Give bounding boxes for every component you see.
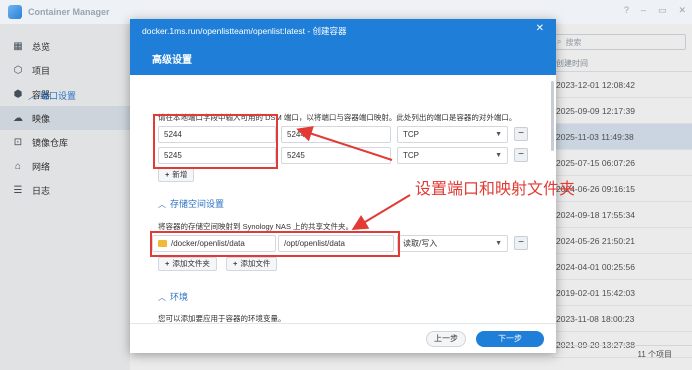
chevron-up-icon: ︿ [28, 92, 36, 101]
container-port-input-2[interactable]: 5245 [281, 147, 391, 164]
app-logo [8, 5, 22, 19]
remove-port-button-1[interactable]: − [514, 127, 528, 141]
mount-mode-value: 读取/写入 [403, 239, 438, 248]
minimize-icon[interactable]: – [641, 5, 646, 16]
plus-icon: + [165, 259, 170, 268]
storage-section-header[interactable]: ︿ 存储空间设置 [158, 197, 224, 210]
protocol-value: TCP [403, 130, 419, 139]
protocol-select-2[interactable]: TCP ▼ [397, 147, 508, 164]
container-port-input-1[interactable]: 5244 [281, 126, 391, 143]
next-button[interactable]: 下一步 [476, 331, 544, 347]
add-port-label: 新增 [172, 170, 188, 179]
remove-volume-button[interactable]: − [514, 236, 528, 250]
prev-button[interactable]: 上一步 [426, 331, 466, 347]
dialog-scrollbar[interactable] [551, 81, 554, 151]
dialog-title: docker.1ms.run/openlistteam/openlist:lat… [142, 26, 347, 36]
add-file-button[interactable]: + 添加文件 [226, 257, 278, 271]
annotation-text: 设置端口和映射文件夹 [415, 179, 576, 198]
add-file-label: 添加文件 [240, 259, 271, 268]
env-section-desc: 您可以添加要应用于容器的环境变量。 [158, 314, 286, 323]
plus-icon: + [165, 170, 170, 179]
env-section-header[interactable]: ︿ 环境 [158, 290, 188, 303]
add-folder-label: 添加文件夹 [172, 259, 210, 268]
remove-port-button-2[interactable]: − [514, 148, 528, 162]
maximize-icon[interactable]: ▭ [658, 5, 667, 16]
add-port-button[interactable]: + 新增 [158, 168, 195, 182]
close-icon[interactable]: ✕ [678, 5, 686, 16]
storage-highlight-box [150, 231, 400, 257]
dialog-subtitle: 高级设置 [152, 55, 192, 66]
chevron-up-icon: ︿ [158, 200, 166, 209]
caret-down-icon: ▼ [495, 131, 502, 138]
dialog-footer: 上一步 下一步 [130, 323, 556, 353]
env-section-title: 环境 [170, 292, 189, 302]
port-section-header[interactable]: ︿ 端口设置 [28, 89, 76, 102]
protocol-value: TCP [403, 151, 419, 160]
storage-section-title: 存储空间设置 [170, 199, 225, 209]
app-title: Container Manager [28, 7, 110, 17]
window-controls: ? – ▭ ✕ [624, 5, 686, 16]
protocol-select-1[interactable]: TCP ▼ [397, 126, 508, 143]
port-highlight-box [153, 114, 278, 169]
port-section-title: 端口设置 [40, 91, 77, 101]
caret-down-icon: ▼ [495, 152, 502, 159]
chevron-up-icon: ︿ [158, 293, 166, 302]
dialog-header: docker.1ms.run/openlistteam/openlist:lat… [130, 19, 556, 75]
add-folder-button[interactable]: + 添加文件夹 [158, 257, 217, 271]
mount-mode-select[interactable]: 读取/写入 ▼ [397, 235, 508, 252]
help-icon[interactable]: ? [624, 5, 629, 16]
plus-icon: + [233, 259, 238, 268]
caret-down-icon: ▼ [495, 240, 502, 247]
close-icon[interactable]: ✕ [536, 23, 544, 34]
